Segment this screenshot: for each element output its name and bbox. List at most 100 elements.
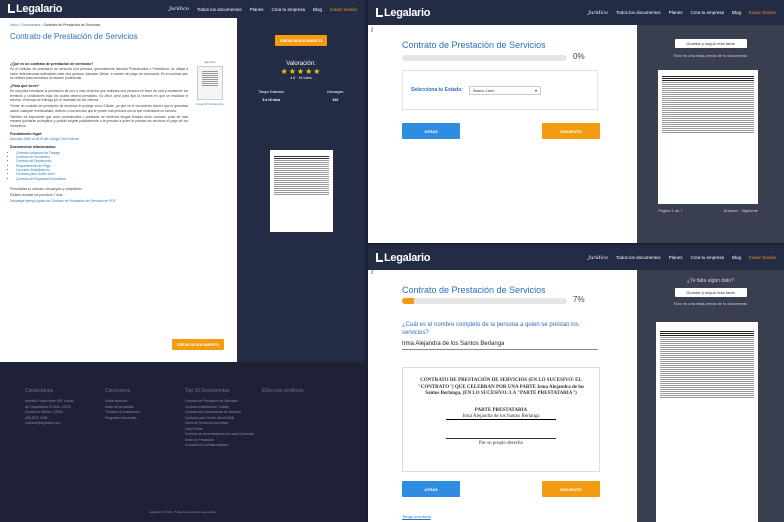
footer-link[interactable]: Preguntas frecuentes xyxy=(105,416,140,422)
save-later-button[interactable]: Guardar y seguir más tarde xyxy=(674,39,747,48)
progress-text: 0% xyxy=(573,52,585,61)
footer-link[interactable]: Términos y condiciones xyxy=(105,410,140,416)
back-button[interactable]: ATRÁS xyxy=(402,481,460,497)
example-create-link[interactable]: Crear Mi Documento xyxy=(195,102,225,106)
progress-text: 7% xyxy=(573,295,585,304)
party-name: Irma Alejandra de los Santos Berlanga xyxy=(446,414,556,420)
doubt-link[interactable]: Tengo una duda xyxy=(402,514,431,519)
nav-plans[interactable]: Planes xyxy=(250,7,264,12)
para-personalize: Personaliza tu contrato, descárgalo y co… xyxy=(10,186,83,191)
legal-heading: Fundamento legal: xyxy=(10,131,42,136)
top-nav: Legalario Jurídico Todos los documentos … xyxy=(0,0,365,18)
footer-copyright: Legalario © 2020 - Todos los derechos re… xyxy=(148,510,217,514)
nav-login[interactable]: Iniciar Sesión xyxy=(749,255,776,260)
name-input[interactable]: Irma Alejandra de los Santos Berlanga xyxy=(402,341,598,350)
signature-caption: Por su propio derecho xyxy=(478,440,524,446)
nav-plans[interactable]: Planes xyxy=(669,10,683,15)
footer-address: Avenida Prado Norte 135, Lomas xyxy=(25,399,74,403)
help-text: ¿Te falta algún dato? xyxy=(687,278,734,284)
nav-company[interactable]: Crea tu empresa xyxy=(690,10,724,15)
nav-login[interactable]: Iniciar Sesión xyxy=(330,7,357,12)
next-page-link[interactable]: Siguiente xyxy=(741,208,758,213)
state-select[interactable]: Nuevo León ▾ xyxy=(468,85,541,95)
rating-text: 4.8 · 16 votos xyxy=(290,76,312,80)
footer-top-heading: Top 10 Documentos xyxy=(185,388,230,394)
inline-document-preview: CONTRATO DE PRESTACIÓN DE SERVICIOS (EN … xyxy=(402,367,600,472)
nav-all-docs[interactable]: Todos los documentos xyxy=(616,10,661,15)
breadcrumb-current: Contrato de Prestación de Servicios xyxy=(43,23,101,27)
prev-page-link[interactable]: Anterior xyxy=(724,208,738,213)
info-icon[interactable]: i xyxy=(371,26,373,34)
example-thumbnail[interactable]: Ejemplo Crear Mi Documento xyxy=(195,60,225,120)
nav-plans[interactable]: Planes xyxy=(669,255,683,260)
party-heading: PARTE PRESTATARIA xyxy=(474,407,528,413)
question-label: ¿Cuál es el nombre completo de la person… xyxy=(402,322,579,336)
info-icon[interactable]: i xyxy=(371,268,373,276)
doc-heading: CONTRATO DE PRESTACIÓN DE SERVICIOS (EN … xyxy=(417,378,585,396)
wizard-name-step: Legalario Jurídico Todos los documentos … xyxy=(368,245,784,522)
breadcrumb-docs[interactable]: Documentos xyxy=(21,23,40,27)
para-protect: Firmar un contrato de prestación de serv… xyxy=(10,104,188,113)
state-value: Nuevo León xyxy=(472,87,495,93)
description: ¿Qué es un contrato de prestación de ser… xyxy=(10,58,188,206)
create-doc-button-bottom[interactable]: CREAR MI DOCUMENTO xyxy=(172,339,224,350)
footer: Contáctanos Avenida Prado Norte 135, Lom… xyxy=(0,362,365,522)
save-later-button[interactable]: Guardar y seguir más tarde xyxy=(674,288,747,297)
legalario-logo[interactable]: Legalario xyxy=(376,252,431,264)
progress-bar xyxy=(402,55,567,61)
related-list: Contrato Individual de Trabajo Contrato … xyxy=(10,151,188,181)
brand-juridico[interactable]: Jurídico xyxy=(169,6,189,12)
footer-link[interactable]: Contrato de Arrendamiento de Local Comer… xyxy=(185,432,265,438)
nav-blog[interactable]: Blog xyxy=(313,7,322,12)
heading-purpose: ¿Para qué sirve? xyxy=(10,84,39,89)
legalario-logo[interactable]: Legalario xyxy=(376,7,431,19)
nav-company[interactable]: Crea tu empresa xyxy=(690,255,724,260)
preview-caption: Esto es una vista previa de tu documento xyxy=(673,53,748,58)
footer-cert-heading: Ellos nos certifican xyxy=(262,388,304,394)
back-button[interactable]: ATRÁS xyxy=(402,123,460,139)
next-button[interactable]: SIGUIENTE xyxy=(542,123,600,139)
preview-document xyxy=(658,70,758,204)
para-edit: Editado durante los próximos 7 días xyxy=(10,193,63,198)
next-button[interactable]: SIGUIENTE xyxy=(542,481,600,497)
example-doc-image xyxy=(197,66,223,100)
wizard-title: Contrato de Prestación de Servicios xyxy=(402,285,546,295)
brand-juridico[interactable]: Jurídico xyxy=(588,10,608,16)
nav-all-docs[interactable]: Todos los documentos xyxy=(197,7,242,12)
wizard-title: Contrato de Prestación de Servicios xyxy=(402,40,546,50)
example-label: Ejemplo xyxy=(204,60,216,64)
related-link[interactable]: Contrato de Empleada Doméstica xyxy=(16,177,65,181)
preview-document xyxy=(656,322,758,522)
downloads-value: 619 xyxy=(332,98,339,102)
doc-preview-image xyxy=(270,150,333,232)
footer-link[interactable]: Contrato de Confidencialidad xyxy=(185,443,265,449)
downloads-label: Descargas: xyxy=(327,90,344,94)
para-what: Es el contrato de prestación de servicio… xyxy=(10,67,188,80)
preview-pane: ¿Te falta algún dato? Guardar y seguir m… xyxy=(637,270,784,522)
preview-pane: Guardar y seguir más tarde Esto es una v… xyxy=(637,25,784,243)
nav-login[interactable]: Iniciar Sesión xyxy=(749,10,776,15)
doc-sidebar: CREAR MI DOCUMENTO Valoración: ★★★★★ 4.8… xyxy=(172,18,365,362)
footer-about-heading: Conócenos xyxy=(105,388,131,394)
nav-blog[interactable]: Blog xyxy=(732,255,741,260)
rating-stars: ★★★★★ xyxy=(280,67,322,76)
create-doc-button[interactable]: CREAR MI DOCUMENTO xyxy=(275,35,327,46)
document-detail-page: Legalario Jurídico Todos los documentos … xyxy=(0,0,365,522)
related-heading: Documentos relacionados: xyxy=(10,145,57,150)
nav-company[interactable]: Crea tu empresa xyxy=(271,7,305,12)
legal-link[interactable]: Artículos 2606 al 2615 del Código Civil … xyxy=(10,137,79,141)
para-purpose: Se usa para formalizar la prestación de … xyxy=(10,89,188,103)
state-label: Selecciona tu Estado: xyxy=(411,87,463,93)
top-nav: Legalario Jurídico Todos los documentos … xyxy=(368,0,784,25)
download-sample-link[interactable]: Descarga ejemplo gratis de Contrato de P… xyxy=(10,199,116,203)
brand-juridico[interactable]: Jurídico xyxy=(588,255,608,261)
breadcrumb-home[interactable]: Inicio xyxy=(10,23,18,27)
nav-blog[interactable]: Blog xyxy=(732,10,741,15)
footer-email[interactable]: contacto@legalario.com xyxy=(25,421,74,427)
legalario-logo[interactable]: Legalario xyxy=(8,3,63,15)
chevron-down-icon: ▾ xyxy=(534,87,537,93)
para-important: También es importante que como profesion… xyxy=(10,114,188,128)
progress-bar xyxy=(402,298,567,304)
nav-all-docs[interactable]: Todos los documentos xyxy=(616,255,661,260)
footer-contact-heading: Contáctanos xyxy=(25,388,54,394)
